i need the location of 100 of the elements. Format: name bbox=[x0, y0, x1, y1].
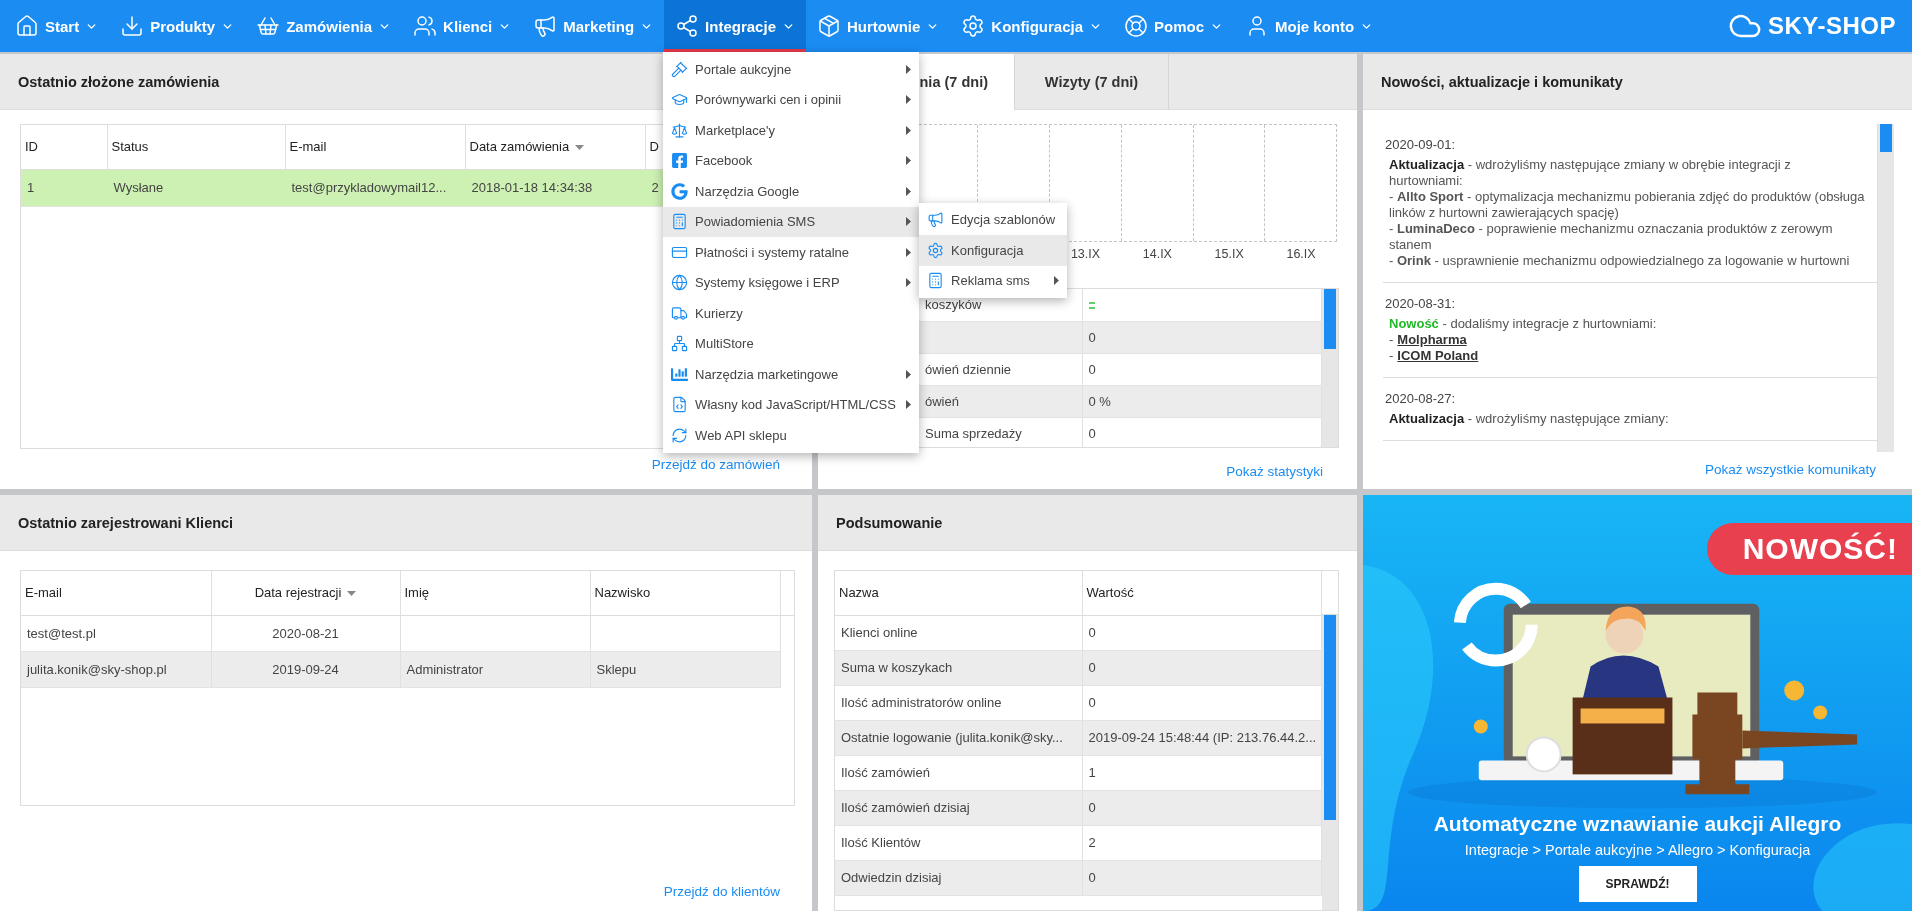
table-cell: Suma w koszykach bbox=[835, 650, 1082, 685]
clients-link[interactable]: Przejdź do klientów bbox=[663, 874, 794, 899]
news-text: Nowość - dodaliśmy integracje z hurtowniami: bbox=[1388, 316, 1658, 332]
axis-label: 14.IX bbox=[1141, 247, 1173, 261]
menu-item[interactable]: Edycja szablonów bbox=[919, 204, 1068, 235]
menu-item[interactable]: Konfiguracja bbox=[919, 235, 1068, 266]
gavel-icon bbox=[671, 60, 689, 78]
box-icon bbox=[817, 14, 841, 38]
users-icon bbox=[413, 14, 438, 38]
sort-caret-icon bbox=[575, 145, 585, 151]
table-cell: 0 bbox=[1082, 860, 1322, 895]
column-header[interactable]: E-mail bbox=[21, 571, 211, 615]
scrollbar-thumb[interactable] bbox=[1880, 124, 1892, 152]
table-cell: Odwiedzin dzisiaj bbox=[835, 860, 1082, 895]
nav-item[interactable]: Integracje bbox=[664, 0, 806, 52]
submenu-arrow-icon bbox=[906, 400, 912, 410]
table-cell: 0 bbox=[1082, 417, 1322, 447]
news-text: Aktualizacja - wdrożyliśmy następujące zmiany w obrębie integracji z hurtowniami: bbox=[1388, 157, 1792, 189]
table-cell: Sklepu bbox=[590, 651, 780, 687]
table-cell: 2019-09-24 15:48:44 (IP: 213.76.44.2... bbox=[1082, 720, 1322, 755]
column-header[interactable]: ID bbox=[21, 125, 107, 169]
submenu-arrow-icon bbox=[906, 64, 912, 74]
submenu-arrow-icon bbox=[906, 95, 912, 105]
column-header[interactable]: Status bbox=[107, 125, 285, 169]
code-file-icon bbox=[671, 396, 689, 414]
wholesaler-link[interactable]: Molpharma bbox=[1397, 332, 1467, 347]
column-header[interactable]: Data rejestracji bbox=[211, 571, 400, 615]
submenu-arrow-icon bbox=[906, 125, 912, 135]
lifebuoy-icon bbox=[1124, 14, 1148, 38]
table-cell: 1 bbox=[21, 169, 107, 206]
table-cell: julita.konik@sky-shop.pl bbox=[21, 651, 211, 687]
logo-text: SKY-SHOP bbox=[1767, 12, 1896, 40]
tray-download-icon bbox=[120, 14, 145, 38]
list-dash: - bbox=[1389, 348, 1394, 363]
bar-chart-icon bbox=[671, 365, 689, 383]
banner-headline: Automatyczne wznawianie aukcji Allegro bbox=[1433, 812, 1842, 836]
axis-label: 15.IX bbox=[1213, 247, 1245, 261]
scrollbar-thumb[interactable] bbox=[1324, 615, 1336, 820]
menu-item[interactable]: Płatności i systemy ratalne bbox=[663, 237, 920, 268]
table-cell: test@przykladowymail12... bbox=[285, 169, 465, 206]
table-cell: 2 bbox=[1082, 825, 1322, 860]
column-header[interactable]: Wartość bbox=[1082, 571, 1322, 615]
gear-icon bbox=[961, 14, 986, 38]
table-cell: 2020-08-21 bbox=[211, 615, 400, 651]
submenu-arrow-icon bbox=[906, 278, 912, 288]
network-icon bbox=[671, 335, 689, 353]
scrollbar[interactable] bbox=[1878, 124, 1894, 452]
news-date: 2020-08-31: bbox=[1385, 296, 1457, 312]
submenu-arrow-icon bbox=[1054, 276, 1060, 286]
scrollbar[interactable] bbox=[1322, 615, 1338, 910]
panel-title: Podsumowanie bbox=[818, 495, 1357, 551]
table-cell: Ilość zamówień bbox=[835, 755, 1082, 790]
menu-item[interactable]: Powiadomienia SMS bbox=[663, 206, 920, 237]
calculator-icon bbox=[671, 213, 689, 231]
submenu-arrow-icon bbox=[906, 217, 912, 227]
promo-banner[interactable]: NOWOŚĆ! Automatyczne wznawianie aukcji Allegro Integracje > Portale aukcyjne > Allegro > Konfiguracja SPRAWDŹ! bbox=[1363, 495, 1912, 911]
table-cell: 0 bbox=[1082, 650, 1322, 685]
google-icon bbox=[671, 182, 689, 200]
menu-item[interactable]: Marketplace'y bbox=[663, 115, 920, 146]
facebook-icon bbox=[671, 152, 689, 170]
new-badge: NOWOŚĆ! bbox=[1706, 523, 1912, 575]
table-cell: Ilość Klientów bbox=[835, 825, 1082, 860]
trend-icon bbox=[1088, 302, 1095, 310]
basket-icon bbox=[256, 14, 281, 38]
column-header[interactable]: Imię bbox=[400, 571, 590, 615]
axis-label: 13.IX bbox=[1069, 247, 1102, 261]
check-button[interactable]: SPRAWDŹ! bbox=[1578, 866, 1697, 902]
refresh-icon bbox=[671, 426, 689, 444]
statistics-link[interactable]: Pokaż statystyki bbox=[1226, 454, 1337, 489]
scrollbar[interactable] bbox=[1322, 289, 1338, 447]
column-header[interactable]: Nazwisko bbox=[590, 571, 780, 615]
submenu-arrow-icon bbox=[906, 186, 912, 196]
panel-title: Nowości, aktualizacje i komunikaty bbox=[1363, 54, 1912, 110]
column-header[interactable]: E-mail bbox=[285, 125, 465, 169]
table-cell: Wysłane bbox=[107, 169, 285, 206]
megaphone-icon bbox=[927, 211, 945, 229]
menu-item[interactable]: Własny kod JavaScript/HTML/CSS bbox=[663, 389, 920, 420]
panel-title: Ostatnio zarejestrowani Klienci bbox=[0, 495, 812, 551]
home-icon bbox=[15, 14, 39, 38]
table-cell: test@test.pl bbox=[21, 615, 211, 651]
gear-icon bbox=[927, 241, 945, 259]
table-cell: 0 bbox=[1082, 615, 1322, 650]
news-text: Aktualizacja - wdrożyliśmy następujące zmiany: bbox=[1388, 411, 1670, 427]
orders-link[interactable]: Przejdź do zamówień bbox=[651, 449, 794, 482]
calculator-icon bbox=[927, 272, 945, 290]
news-text: - LuminaDeco - poprawienie mechanizmu oznaczania produktów z zerowym stanem bbox=[1388, 221, 1834, 253]
sort-caret-icon bbox=[347, 591, 357, 597]
column-header[interactable]: Nazwa bbox=[835, 571, 1082, 615]
submenu-arrow-icon bbox=[906, 369, 912, 379]
banner-path-text: Integracje > Portale aukcyjne > Allegro > Konfiguracja bbox=[1464, 842, 1811, 858]
news-link[interactable]: Pokaż wszystkie komunikaty bbox=[1704, 452, 1890, 489]
column-header[interactable]: Data zamówienia bbox=[465, 125, 645, 169]
table-cell: Administrator bbox=[400, 651, 590, 687]
table-cell: 0 bbox=[1082, 685, 1322, 720]
scrollbar-thumb[interactable] bbox=[1324, 289, 1336, 349]
wholesaler-link[interactable]: ICOM Poland bbox=[1397, 348, 1479, 363]
scales-icon bbox=[671, 121, 689, 139]
submenu-arrow-icon bbox=[906, 156, 912, 166]
table-cell: Ilość administratorów online bbox=[835, 685, 1082, 720]
table-cell: 0 % bbox=[1082, 385, 1322, 417]
